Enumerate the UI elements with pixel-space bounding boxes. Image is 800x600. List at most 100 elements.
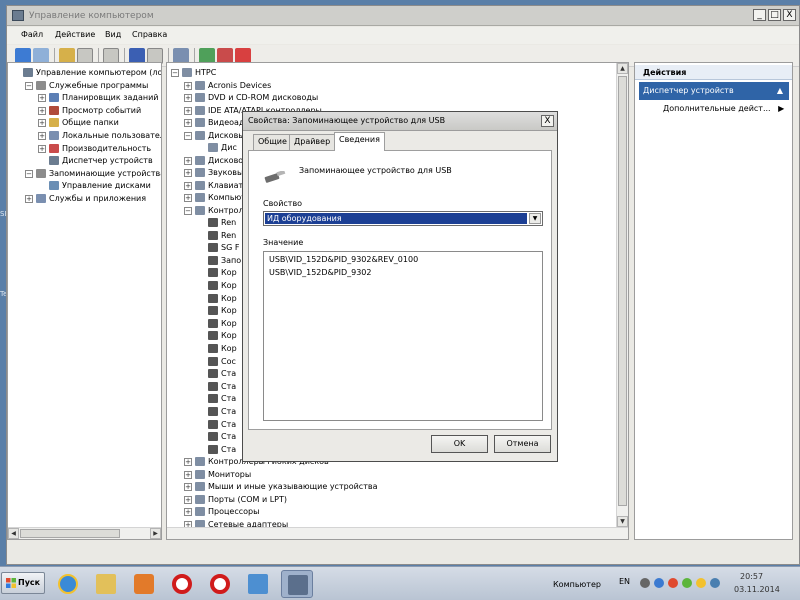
expand-icon[interactable]: +	[184, 194, 192, 202]
expand-icon[interactable]: +	[38, 106, 46, 115]
clock-time[interactable]: 20:57	[740, 572, 763, 581]
expand-icon[interactable]: +	[184, 81, 192, 90]
expand-icon[interactable]: +	[184, 495, 192, 504]
explorer-folder-icon[interactable]	[90, 570, 122, 598]
language-indicator[interactable]: EN	[619, 577, 630, 586]
start-button[interactable]: Пуск	[1, 572, 45, 594]
collapse-icon[interactable]: −	[25, 81, 33, 90]
left-hscroll[interactable]: ◀ ▶	[8, 527, 161, 539]
tab-general[interactable]: Общие	[253, 134, 292, 150]
usb-device-node-label: Кор	[221, 293, 237, 303]
display-adapter-icon	[195, 118, 205, 127]
window-title: Управление компьютером	[29, 11, 154, 21]
tree-item[interactable]: + Общие папки	[8, 117, 161, 129]
internet-explorer-icon[interactable]	[52, 570, 84, 598]
volume-tray-icon[interactable]	[710, 578, 720, 588]
menu-view[interactable]: Вид	[105, 30, 121, 39]
device-node-label: Процессоры	[208, 507, 260, 517]
actions-device-manager[interactable]: Диспетчер устройств ▲	[639, 82, 789, 100]
value-item[interactable]: USB\VID_152D&PID_9302	[269, 268, 371, 277]
collapse-icon[interactable]: −	[25, 169, 33, 178]
expand-icon[interactable]: +	[184, 169, 192, 177]
tree-item[interactable]: Управление компьютером (лока	[8, 67, 161, 79]
property-label: Свойство	[263, 199, 303, 208]
device-node[interactable]: + Процессоры	[167, 506, 628, 518]
chevron-down-icon[interactable]: ▼	[529, 213, 541, 224]
tree-item[interactable]: + Службы и приложения	[8, 193, 161, 205]
antivirus-tray-icon[interactable]	[668, 578, 678, 588]
collapse-icon[interactable]: −	[184, 206, 192, 215]
device-vscroll-thumb[interactable]	[618, 76, 627, 506]
tree-item[interactable]: Диспетчер устройств	[8, 155, 161, 167]
opera-icon[interactable]	[166, 570, 198, 598]
expand-icon[interactable]: +	[184, 458, 192, 467]
dialog-titlebar[interactable]: Свойства: Запоминающее устройство для US…	[243, 112, 557, 131]
minimize-button[interactable]: _	[753, 9, 766, 21]
menu-help[interactable]: Справка	[132, 30, 167, 39]
device-node[interactable]: + Порты (COM и LPT)	[167, 494, 628, 506]
expand-icon[interactable]: +	[184, 181, 192, 190]
expand-icon[interactable]: +	[184, 156, 192, 165]
tree-item[interactable]: + Планировщик заданий	[8, 92, 161, 104]
close-button[interactable]: X	[783, 9, 796, 21]
ok-button[interactable]: OK	[431, 435, 488, 453]
device-hscroll[interactable]	[167, 527, 628, 539]
expand-icon[interactable]: +	[38, 94, 46, 103]
menu-file[interactable]: Файл	[21, 30, 43, 39]
tab-driver[interactable]: Драйвер	[289, 134, 336, 150]
device-node[interactable]: + Acronis Devices	[167, 80, 628, 92]
scroll-right-icon[interactable]: ▶	[150, 528, 161, 539]
network-tray-icon[interactable]	[682, 578, 692, 588]
expand-icon[interactable]: +	[25, 195, 33, 203]
window-titlebar[interactable]: Управление компьютером _ □ X	[7, 6, 799, 26]
scroll-up-icon[interactable]: ▲	[617, 63, 628, 74]
opera-next-icon[interactable]	[204, 570, 236, 598]
expand-icon[interactable]: +	[38, 119, 46, 128]
collapse-icon[interactable]: −	[184, 131, 192, 140]
scroll-left-icon[interactable]: ◀	[8, 528, 19, 539]
computer-management-task-icon[interactable]	[281, 570, 313, 598]
tab-details[interactable]: Сведения	[334, 132, 385, 151]
device-node[interactable]: − HTPC	[167, 67, 628, 79]
expand-icon[interactable]: +	[184, 508, 192, 517]
expand-icon[interactable]: +	[184, 119, 192, 127]
value-list[interactable]: USB\VID_152D&PID_9302&REV_0100 USB\VID_1…	[263, 251, 543, 421]
taskbar: Пуск Компьютер EN 20:57 03.11.2014	[0, 566, 800, 600]
expand-icon[interactable]: +	[184, 94, 192, 102]
expand-icon[interactable]: +	[38, 132, 46, 140]
tray-computer-label[interactable]: Компьютер	[553, 580, 601, 589]
tree-item[interactable]: + Просмотр событий	[8, 105, 161, 117]
dialog-close-button[interactable]: X	[541, 115, 554, 127]
cancel-button[interactable]: Отмена	[494, 435, 551, 453]
menu-action[interactable]: Действие	[55, 30, 95, 39]
collapse-up-icon[interactable]: ▲	[777, 82, 783, 100]
scroll-down-icon[interactable]: ▼	[617, 516, 628, 527]
media-player-icon[interactable]	[128, 570, 160, 598]
property-select[interactable]: ИД оборудования ▼	[263, 211, 543, 226]
expand-icon[interactable]: +	[38, 144, 46, 153]
warning-icon[interactable]	[640, 578, 650, 588]
maximize-button[interactable]: □	[768, 9, 781, 21]
clock-date[interactable]: 03.11.2014	[734, 585, 780, 594]
remote-desktop-icon[interactable]	[242, 570, 274, 598]
more-actions-link[interactable]: Дополнительные дейст... ▶	[663, 104, 784, 113]
expand-icon[interactable]: +	[184, 483, 192, 492]
device-node[interactable]: + Мыши и иные указывающие устройства	[167, 481, 628, 493]
left-hscroll-thumb[interactable]	[20, 529, 120, 538]
usb-storage-icon	[264, 171, 286, 183]
usb-device-icon	[208, 218, 218, 227]
value-item[interactable]: USB\VID_152D&PID_9302&REV_0100	[269, 255, 418, 264]
tree-item[interactable]: − Запоминающие устройства	[8, 168, 161, 180]
device-node[interactable]: + DVD и CD-ROM дисководы	[167, 92, 628, 104]
device-vscroll[interactable]: ▲ ▼	[616, 63, 628, 527]
tree-item[interactable]: − Служебные программы	[8, 80, 161, 92]
tree-item[interactable]: + Производительность	[8, 143, 161, 155]
expand-icon[interactable]: +	[184, 470, 192, 479]
flag-tray-icon[interactable]	[696, 578, 706, 588]
device-node[interactable]: + Мониторы	[167, 469, 628, 481]
tree-item[interactable]: Управление дисками	[8, 180, 161, 192]
tree-item[interactable]: + Локальные пользовател	[8, 130, 161, 142]
collapse-icon[interactable]: −	[171, 69, 179, 77]
usb-tray-icon[interactable]	[654, 578, 664, 588]
expand-icon[interactable]: +	[184, 106, 192, 115]
